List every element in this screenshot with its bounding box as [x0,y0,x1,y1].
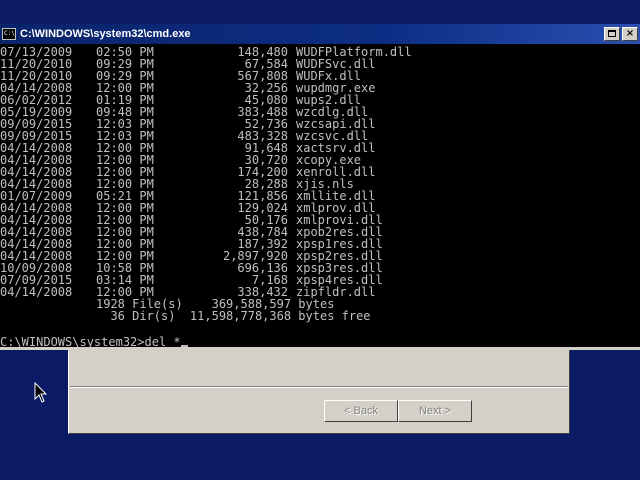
next-button[interactable]: Next > [398,400,472,422]
dirs-summary: 36 Dir(s) 11,598,778,368 bytes free [96,309,371,323]
maximize-icon [608,30,616,37]
mouse-pointer-icon [34,382,48,403]
cmd-icon: C:\ [2,28,16,40]
prompt-path: C:\WINDOWS\system32> [0,335,145,349]
file-date: 04/14/2008 [0,285,73,299]
dirs-summary-row: 36 Dir(s) 11,598,778,368 bytes free [0,310,640,322]
wizard-divider [70,386,568,388]
directory-listing: 07/13/2009 02:50 PM 148,480 WUDFPlatform.dl… [0,46,640,298]
command-line[interactable]: C:\WINDOWS\system32>del * [0,336,188,348]
maximize-button[interactable] [604,27,620,41]
typed-command: del * [144,335,181,349]
text-cursor [180,345,188,347]
title-bar[interactable]: C:\ C:\WINDOWS\system32\cmd.exe × [0,24,640,44]
close-button[interactable]: × [622,27,638,41]
close-icon: × [625,28,635,39]
window-title: C:\WINDOWS\system32\cmd.exe [20,28,191,40]
command-prompt-window[interactable]: C:\ C:\WINDOWS\system32\cmd.exe × 07/13/… [0,24,640,350]
console-output[interactable]: 07/13/2009 02:50 PM 148,480 WUDFPlatform.dl… [0,46,640,346]
back-button[interactable]: < Back [324,400,398,422]
desktop: < Back Next > C:\ C:\WINDOWS\system32\cm… [0,0,640,480]
